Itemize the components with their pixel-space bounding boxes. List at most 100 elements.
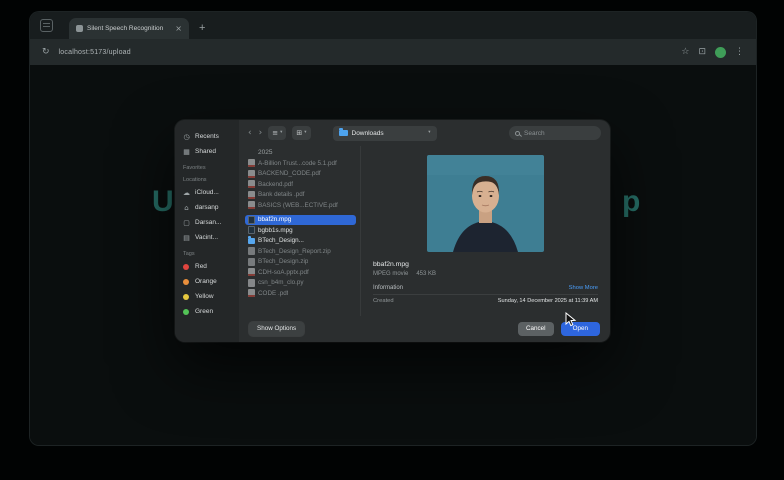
shared-folder-icon: ▦	[183, 147, 190, 156]
sidebar-tag-items: Red Orange Yellow Green	[182, 259, 234, 319]
sidebar-section-locations: Locations	[183, 177, 207, 183]
file-name: BASICS (WEB...ECTIVE.pdf	[258, 201, 338, 209]
preview-panel: bbaf2n.mpg MPEG movie 453 KB Information…	[361, 146, 610, 316]
disk-icon: ▤	[183, 233, 190, 242]
file-row[interactable]: BASICS (WEB...ECTIVE.pdf	[245, 200, 356, 211]
search-icon	[515, 130, 520, 136]
window-menu-icon[interactable]	[40, 19, 53, 32]
dialog-content: 2025 A-Billion Trust...code 5.1.pdf BACKE…	[239, 146, 610, 316]
show-options-button[interactable]: Show Options	[249, 322, 305, 336]
back-icon[interactable]: ‹	[248, 128, 252, 138]
preview-created-row: Created Sunday, 14 December 2025 at 11:3…	[373, 298, 598, 304]
address-bar[interactable]: localhost:5173/upload	[59, 49, 131, 56]
sidebar-item-label: Recents	[195, 133, 219, 140]
clock-icon: ◷	[183, 132, 190, 141]
view-mode-dropdown[interactable]: ≡ ▾	[268, 126, 287, 140]
file-list: 2025 A-Billion Trust...code 5.1.pdf BACKE…	[239, 146, 361, 316]
sidebar-item-orange[interactable]: Orange	[182, 274, 234, 289]
file-name: A-Billion Trust...code 5.1.pdf	[258, 159, 337, 167]
file-name: BTech_Design_Report.zip	[258, 247, 331, 255]
browser-tab[interactable]: Silent Speech Recognition ×	[69, 18, 189, 39]
chevron-down-icon: ▾	[428, 129, 431, 135]
sidebar-item-label: Red	[195, 263, 207, 270]
sidebar-item-recents[interactable]: ◷ Recents	[182, 129, 234, 144]
bookmark-star-icon[interactable]: ☆	[681, 47, 689, 57]
information-label: Information	[373, 285, 404, 291]
movie-file-icon	[248, 215, 255, 224]
preview-divider	[373, 294, 598, 295]
tab-favicon	[76, 25, 83, 32]
file-row[interactable]: BTech_Design.zip	[245, 257, 356, 268]
sidebar-item-label: Orange	[195, 278, 217, 285]
file-row[interactable]: CDH-soA.pptx.pdf	[245, 267, 356, 278]
file-name: BACKEND_CODE.pdf	[258, 170, 321, 178]
file-name: Bank details .pdf	[258, 191, 305, 199]
file-row[interactable]: bbaf2n.mpg	[245, 214, 356, 225]
file-row[interactable]: csn_b4m_clo.py	[245, 278, 356, 289]
zip-file-icon	[248, 247, 255, 256]
sidebar-item-icloud-[interactable]: ☁ iCloud...	[182, 185, 234, 200]
chevron-down-icon: ▾	[304, 129, 307, 135]
preview-file-type: MPEG movie	[373, 271, 409, 277]
tab-close-icon[interactable]: ×	[175, 24, 182, 33]
history-nav-group: ‹ ›	[248, 128, 263, 138]
location-dropdown[interactable]: Downloads ▾	[332, 125, 437, 141]
sidebar-item-label: Green	[195, 308, 214, 315]
dialog-toolbar: ‹ › ≡ ▾ ⊞ ▾ Downloads ▾ Search	[239, 120, 610, 146]
sidebar-item-label: iCloud...	[195, 189, 219, 196]
file-open-dialog: ◷ Recents ▦ Shared Favorites Locations ☁ iCl…	[175, 120, 610, 342]
sidebar-item-label: Darsan...	[195, 219, 222, 226]
folder-file-icon	[248, 235, 255, 244]
preview-file-meta: MPEG movie 453 KB	[373, 271, 598, 277]
web-page: U p ◷ Recents ▦ Shared Favorites Locations …	[30, 65, 756, 445]
profile-avatar[interactable]	[715, 46, 726, 58]
new-tab-button[interactable]: +	[199, 23, 205, 34]
chevron-down-icon: ▾	[280, 129, 283, 135]
pdf-file-icon	[248, 289, 255, 298]
file-list-items: A-Billion Trust...code 5.1.pdf BACKEND_CO…	[245, 158, 356, 299]
search-field[interactable]: Search	[509, 126, 601, 140]
pdf-file-icon	[248, 159, 255, 168]
browser-window: Silent Speech Recognition × + ↻ localhos…	[30, 12, 756, 445]
tag-color-icon	[183, 278, 189, 285]
sidebar-item-shared[interactable]: ▦ Shared	[182, 144, 234, 159]
sidebar-item-yellow[interactable]: Yellow	[182, 289, 234, 304]
refresh-icon[interactable]: ↻	[42, 47, 50, 57]
file-row[interactable]: Backend.pdf	[245, 179, 356, 190]
folder-icon	[338, 128, 348, 136]
browser-menu-icon[interactable]: ⋮	[735, 47, 744, 57]
sidebar-item-vacint-[interactable]: ▤ Vacint...	[182, 230, 234, 245]
file-row[interactable]: Bank details .pdf	[245, 190, 356, 201]
dialog-footer: Show Options Cancel Open	[239, 316, 610, 342]
search-placeholder: Search	[524, 129, 545, 137]
video-preview-thumbnail	[427, 155, 544, 252]
sidebar-item-green[interactable]: Green	[182, 304, 234, 319]
file-name: BTech_Design...	[258, 237, 304, 245]
sidebar-item-red[interactable]: Red	[182, 259, 234, 274]
file-row[interactable]: bgbb1s.mpg	[245, 225, 356, 236]
forward-icon[interactable]: ›	[259, 128, 263, 138]
file-name: Backend.pdf	[258, 180, 294, 188]
group-dropdown[interactable]: ⊞ ▾	[292, 126, 311, 140]
file-row[interactable]: BTech_Design...	[245, 235, 356, 247]
file-row[interactable]: A-Billion Trust...code 5.1.pdf	[245, 158, 356, 169]
file-row[interactable]: BACKEND_CODE.pdf	[245, 169, 356, 180]
browser-tab-bar: Silent Speech Recognition × +	[30, 12, 756, 39]
sidebar-item-darsan-[interactable]: ▢ Darsan...	[182, 215, 234, 230]
page-heading-right-fragment: p	[622, 185, 641, 218]
show-more-link[interactable]: Show More	[569, 285, 598, 291]
cloud-icon: ☁	[183, 188, 190, 197]
extensions-icon[interactable]: ⊡	[698, 47, 706, 57]
sidebar-item-label: Vacint...	[195, 234, 219, 241]
file-name: csn_b4m_clo.py	[258, 279, 304, 287]
sidebar-item-darsanp[interactable]: ⌂ darsanp	[182, 200, 234, 215]
code-file-icon	[248, 278, 255, 287]
file-row[interactable]: CODE .pdf	[245, 288, 356, 299]
created-label: Created	[373, 298, 394, 304]
file-name: BTech_Design.zip	[258, 258, 309, 266]
display-icon: ▢	[183, 218, 190, 227]
cancel-button[interactable]: Cancel	[517, 322, 554, 336]
file-row[interactable]: BTech_Design_Report.zip	[245, 246, 356, 257]
file-name: bgbb1s.mpg	[258, 226, 293, 234]
pdf-file-icon	[248, 190, 255, 199]
